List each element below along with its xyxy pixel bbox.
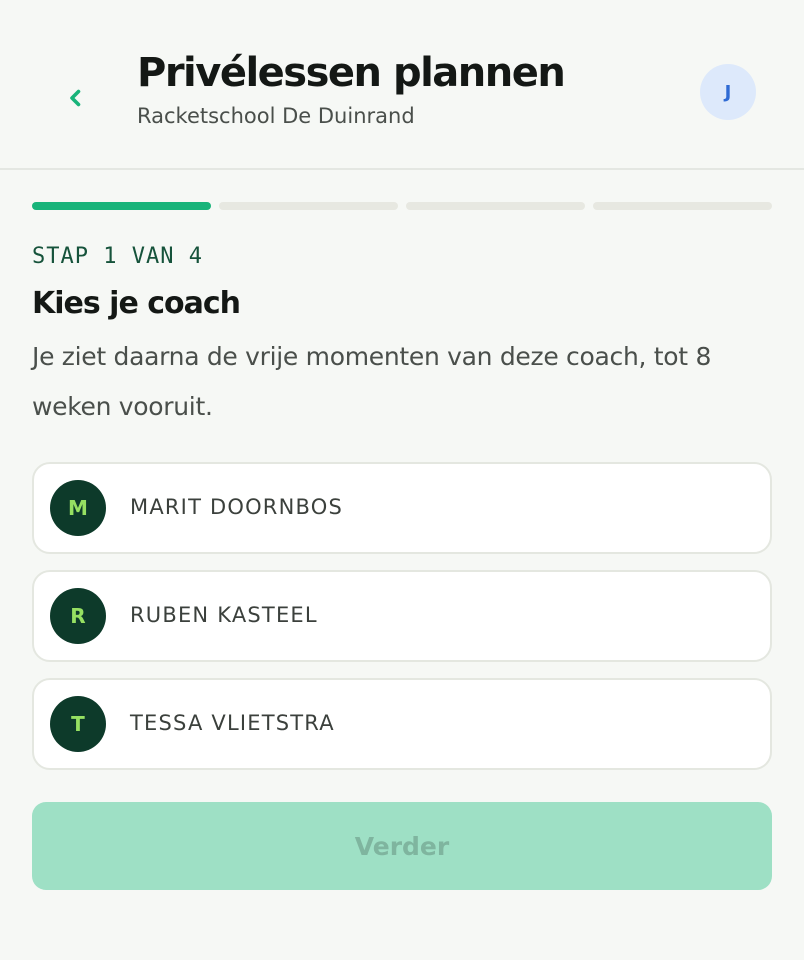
coach-avatar: R xyxy=(50,588,106,644)
coach-option-tessa[interactable]: T TESSA VLIETSTRA xyxy=(32,678,772,770)
coach-option-ruben[interactable]: R RUBEN KASTEEL xyxy=(32,570,772,662)
chevron-left-icon xyxy=(70,89,81,107)
page-subtitle: Racketschool De Duinrand xyxy=(137,104,415,128)
coach-avatar: M xyxy=(50,480,106,536)
coach-name: MARIT DOORNBOS xyxy=(130,495,343,519)
progress-segment xyxy=(32,202,211,210)
back-button[interactable] xyxy=(56,78,96,118)
step-label: STAP 1 VAN 4 xyxy=(32,244,203,269)
app-header: Privélessen plannen Racketschool De Duin… xyxy=(0,0,804,170)
page-title: Privélessen plannen xyxy=(137,50,566,96)
user-avatar[interactable]: J xyxy=(700,64,756,120)
coach-name: RUBEN KASTEEL xyxy=(130,603,318,627)
coach-name: TESSA VLIETSTRA xyxy=(130,711,335,735)
coach-option-marit[interactable]: M MARIT DOORNBOS xyxy=(32,462,772,554)
step-description: Je ziet daarna de vrije momenten van dez… xyxy=(32,342,712,421)
coach-avatar: T xyxy=(50,696,106,752)
progress-segment xyxy=(219,202,398,210)
section-title: Kies je coach xyxy=(32,286,241,321)
progress-segment xyxy=(406,202,585,210)
step-progress xyxy=(32,202,772,210)
next-button[interactable]: Verder xyxy=(32,802,772,890)
progress-segment xyxy=(593,202,772,210)
